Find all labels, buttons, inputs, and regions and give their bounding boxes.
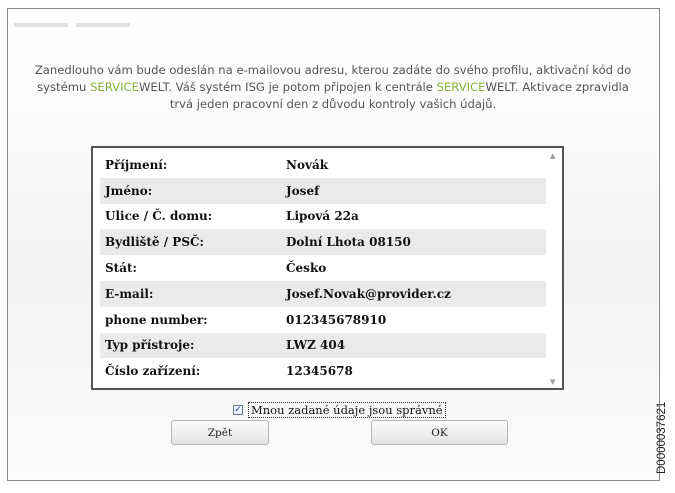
scroll-down-icon[interactable]: ▼ <box>550 378 555 386</box>
row-label: Jméno: <box>100 177 280 204</box>
row-label: Číslo zařízení: <box>105 364 201 379</box>
row-value: Josef <box>280 177 546 204</box>
confirm-checkbox[interactable]: ✓ <box>233 405 243 415</box>
table-row: Ulice / Č. domu: Lipová 22a <box>100 204 546 230</box>
row-value: 12345678 <box>286 364 353 379</box>
row-value: Lipová 22a <box>286 209 359 224</box>
row-value: Josef.Novak@provider.cz <box>280 280 546 307</box>
confirm-label[interactable]: Mnou zadané údaje jsou správné <box>248 402 446 418</box>
user-data-panel[interactable]: Příjmení: Novák Jméno: Josef Ulice / Č. do… <box>91 146 564 390</box>
row-label: phone number: <box>105 312 208 327</box>
table-row: Číslo zařízení: 12345678 <box>100 358 546 384</box>
row-label: Bydliště / PSČ: <box>100 229 280 256</box>
back-button[interactable]: Zpět <box>171 420 269 445</box>
row-label: Příjmení: <box>105 157 168 172</box>
table-row: Příjmení: Novák <box>100 152 546 178</box>
brand-welt: WELT <box>138 80 169 94</box>
brand-welt: WELT <box>485 80 515 94</box>
table-row: phone number: 012345678910 <box>100 307 546 333</box>
row-label: Ulice / Č. domu: <box>105 209 213 224</box>
row-value: LWZ 404 <box>280 332 546 359</box>
ok-button[interactable]: OK <box>371 420 508 445</box>
table-row: Stát: Česko <box>100 255 546 281</box>
user-data-table: Příjmení: Novák Jméno: Josef Ulice / Č. do… <box>100 152 546 384</box>
intro-text: Zanedlouho vám bude odeslán na e-mailovo… <box>30 62 636 113</box>
scrollbar[interactable]: ▲ ▼ <box>548 152 558 386</box>
table-row: Bydliště / PSČ: Dolní Lhota 08150 <box>100 229 546 256</box>
brand-service: SERVICE <box>436 80 486 94</box>
row-value: 012345678910 <box>286 312 387 327</box>
confirm-row: ✓ Mnou zadané údaje jsou správné <box>233 402 446 418</box>
row-value: Novák <box>286 157 329 172</box>
table-row: Jméno: Josef <box>100 177 546 204</box>
row-value: Dolní Lhota 08150 <box>280 229 546 256</box>
brand-service: SERVICE <box>90 80 139 94</box>
row-label: E-mail: <box>100 280 280 307</box>
row-value: Česko <box>286 261 327 276</box>
header-placeholder <box>14 20 154 34</box>
intro-part-2: . Váš systém ISG je potom připojen k cen… <box>168 80 437 94</box>
document-code: D0000037621 <box>656 401 668 474</box>
row-label: Stát: <box>105 261 137 276</box>
table-row: E-mail: Josef.Novak@provider.cz <box>100 280 546 307</box>
table-row: Typ přístroje: LWZ 404 <box>100 332 546 359</box>
row-label: Typ přístroje: <box>100 332 280 359</box>
scroll-up-icon[interactable]: ▲ <box>550 152 555 160</box>
